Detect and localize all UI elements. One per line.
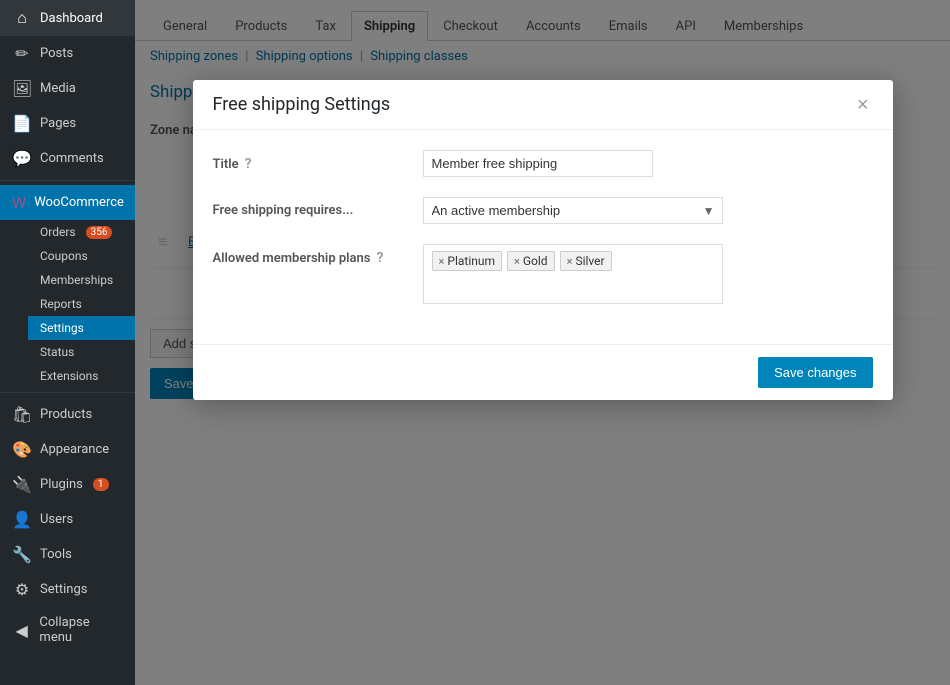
sidebar-item-label: Media (40, 81, 76, 96)
plugins-icon: 🔌 (12, 475, 32, 494)
form-row-title: Title ? (213, 150, 873, 177)
sidebar-item-users[interactable]: 👤 Users (0, 502, 135, 537)
tag-silver: × Silver (560, 251, 612, 271)
sidebar-item-label: Pages (40, 116, 76, 131)
sidebar-item-label: Orders (40, 225, 76, 239)
sidebar-item-plugins[interactable]: 🔌 Plugins 1 (0, 467, 135, 502)
appearance-icon: 🎨 (12, 440, 32, 459)
plans-info-icon: ? (376, 250, 383, 266)
dialog-close-button[interactable]: × (853, 95, 873, 115)
sidebar-item-label: Users (40, 512, 73, 527)
media-icon: 🖼 (12, 79, 32, 98)
sidebar-item-status[interactable]: Status (28, 340, 135, 364)
requires-select-wrap: An active membership A minimum order amo… (423, 197, 723, 224)
sidebar-item-label: Memberships (40, 273, 113, 287)
tag-gold: × Gold (507, 251, 555, 271)
dialog-overlay: Free shipping Settings × Title ? (135, 0, 950, 685)
collapse-icon: ◀ (12, 621, 31, 640)
dialog-header: Free shipping Settings × (193, 80, 893, 130)
sidebar-item-label: Collapse menu (39, 615, 123, 645)
sidebar-item-label: Reports (40, 297, 82, 311)
sidebar-item-dashboard[interactable]: ⌂ Dashboard (0, 0, 135, 36)
sidebar-item-tools[interactable]: 🔧 Tools (0, 537, 135, 572)
sidebar: ⌂ Dashboard ✏ Posts 🖼 Media 📄 Pages 💬 Co… (0, 0, 135, 685)
tag-silver-remove[interactable]: × (567, 255, 573, 268)
sidebar-item-orders[interactable]: Orders 356 (28, 220, 135, 244)
sidebar-item-pages[interactable]: 📄 Pages (0, 106, 135, 141)
tools-icon: 🔧 (12, 545, 32, 564)
title-input[interactable] (423, 150, 653, 177)
woo-icon: W (12, 193, 26, 212)
dialog-footer: Save changes (193, 344, 893, 400)
sidebar-item-reports[interactable]: Reports (28, 292, 135, 316)
sidebar-item-label: Comments (40, 151, 104, 166)
sidebar-item-media[interactable]: 🖼 Media (0, 71, 135, 106)
dialog-body: Title ? Free shipping requires... (193, 130, 893, 344)
sidebar-item-label: Dashboard (40, 11, 103, 26)
requires-field-control: An active membership A minimum order amo… (423, 197, 873, 224)
sidebar-item-appearance[interactable]: 🎨 Appearance (0, 432, 135, 467)
sidebar-item-label: Settings (40, 582, 87, 597)
title-field-control (423, 150, 873, 177)
sidebar-item-woocommerce[interactable]: W WooCommerce (0, 185, 135, 220)
plugins-badge: 1 (93, 478, 109, 491)
tag-platinum-remove[interactable]: × (439, 255, 445, 268)
form-label-plans: Allowed membership plans ? (213, 244, 413, 266)
sidebar-item-comments[interactable]: 💬 Comments (0, 141, 135, 176)
form-label-title: Title ? (213, 150, 413, 172)
dialog-title: Free shipping Settings (213, 94, 391, 115)
comments-icon: 💬 (12, 149, 32, 168)
pages-icon: 📄 (12, 114, 32, 133)
sidebar-item-label: Coupons (40, 249, 88, 263)
sidebar-item-products[interactable]: 🛍 Products (0, 397, 135, 432)
save-changes-button[interactable]: Save changes (758, 357, 872, 388)
requires-select[interactable]: An active membership A minimum order amo… (423, 197, 723, 224)
sidebar-item-collapse[interactable]: ◀ Collapse menu (0, 607, 135, 653)
membership-plans-tags[interactable]: × Platinum × Gold × Silver (423, 244, 723, 304)
orders-badge: 356 (86, 226, 113, 239)
sidebar-item-label: Status (40, 345, 74, 359)
sidebar-item-label: Settings (40, 321, 84, 335)
posts-icon: ✏ (12, 44, 32, 63)
form-row-requires: Free shipping requires... An active memb… (213, 197, 873, 224)
sidebar-item-label: Plugins (40, 477, 83, 492)
sidebar-item-posts[interactable]: ✏ Posts (0, 36, 135, 71)
sidebar-item-settings[interactable]: Settings (28, 316, 135, 340)
tag-platinum: × Platinum (432, 251, 503, 271)
tag-gold-remove[interactable]: × (514, 255, 520, 268)
content-area: General Products Tax Shipping Checkout A… (135, 0, 950, 685)
sidebar-item-label: Posts (40, 46, 73, 61)
form-label-requires: Free shipping requires... (213, 197, 413, 218)
sidebar-item-label: WooCommerce (34, 195, 124, 210)
sidebar-item-extensions[interactable]: Extensions (28, 364, 135, 388)
products-icon: 🛍 (12, 405, 32, 424)
sidebar-item-settings2[interactable]: ⚙ Settings (0, 572, 135, 607)
dashboard-icon: ⌂ (12, 8, 32, 28)
free-shipping-dialog: Free shipping Settings × Title ? (193, 80, 893, 400)
sidebar-item-label: Products (40, 407, 92, 422)
sidebar-item-label: Appearance (40, 442, 109, 457)
title-info-icon: ? (245, 156, 252, 172)
sidebar-item-label: Tools (40, 547, 72, 562)
plans-field-control: × Platinum × Gold × Silver (423, 244, 873, 304)
main-content: General Products Tax Shipping Checkout A… (135, 0, 950, 685)
form-row-plans: Allowed membership plans ? × Platinum × (213, 244, 873, 304)
sidebar-item-coupons[interactable]: Coupons (28, 244, 135, 268)
sidebar-item-memberships[interactable]: Memberships (28, 268, 135, 292)
sidebar-sub-woo: Orders 356 Coupons Memberships Reports S… (0, 220, 135, 388)
sidebar-item-label: Extensions (40, 369, 98, 383)
settings-icon: ⚙ (12, 580, 32, 599)
users-icon: 👤 (12, 510, 32, 529)
